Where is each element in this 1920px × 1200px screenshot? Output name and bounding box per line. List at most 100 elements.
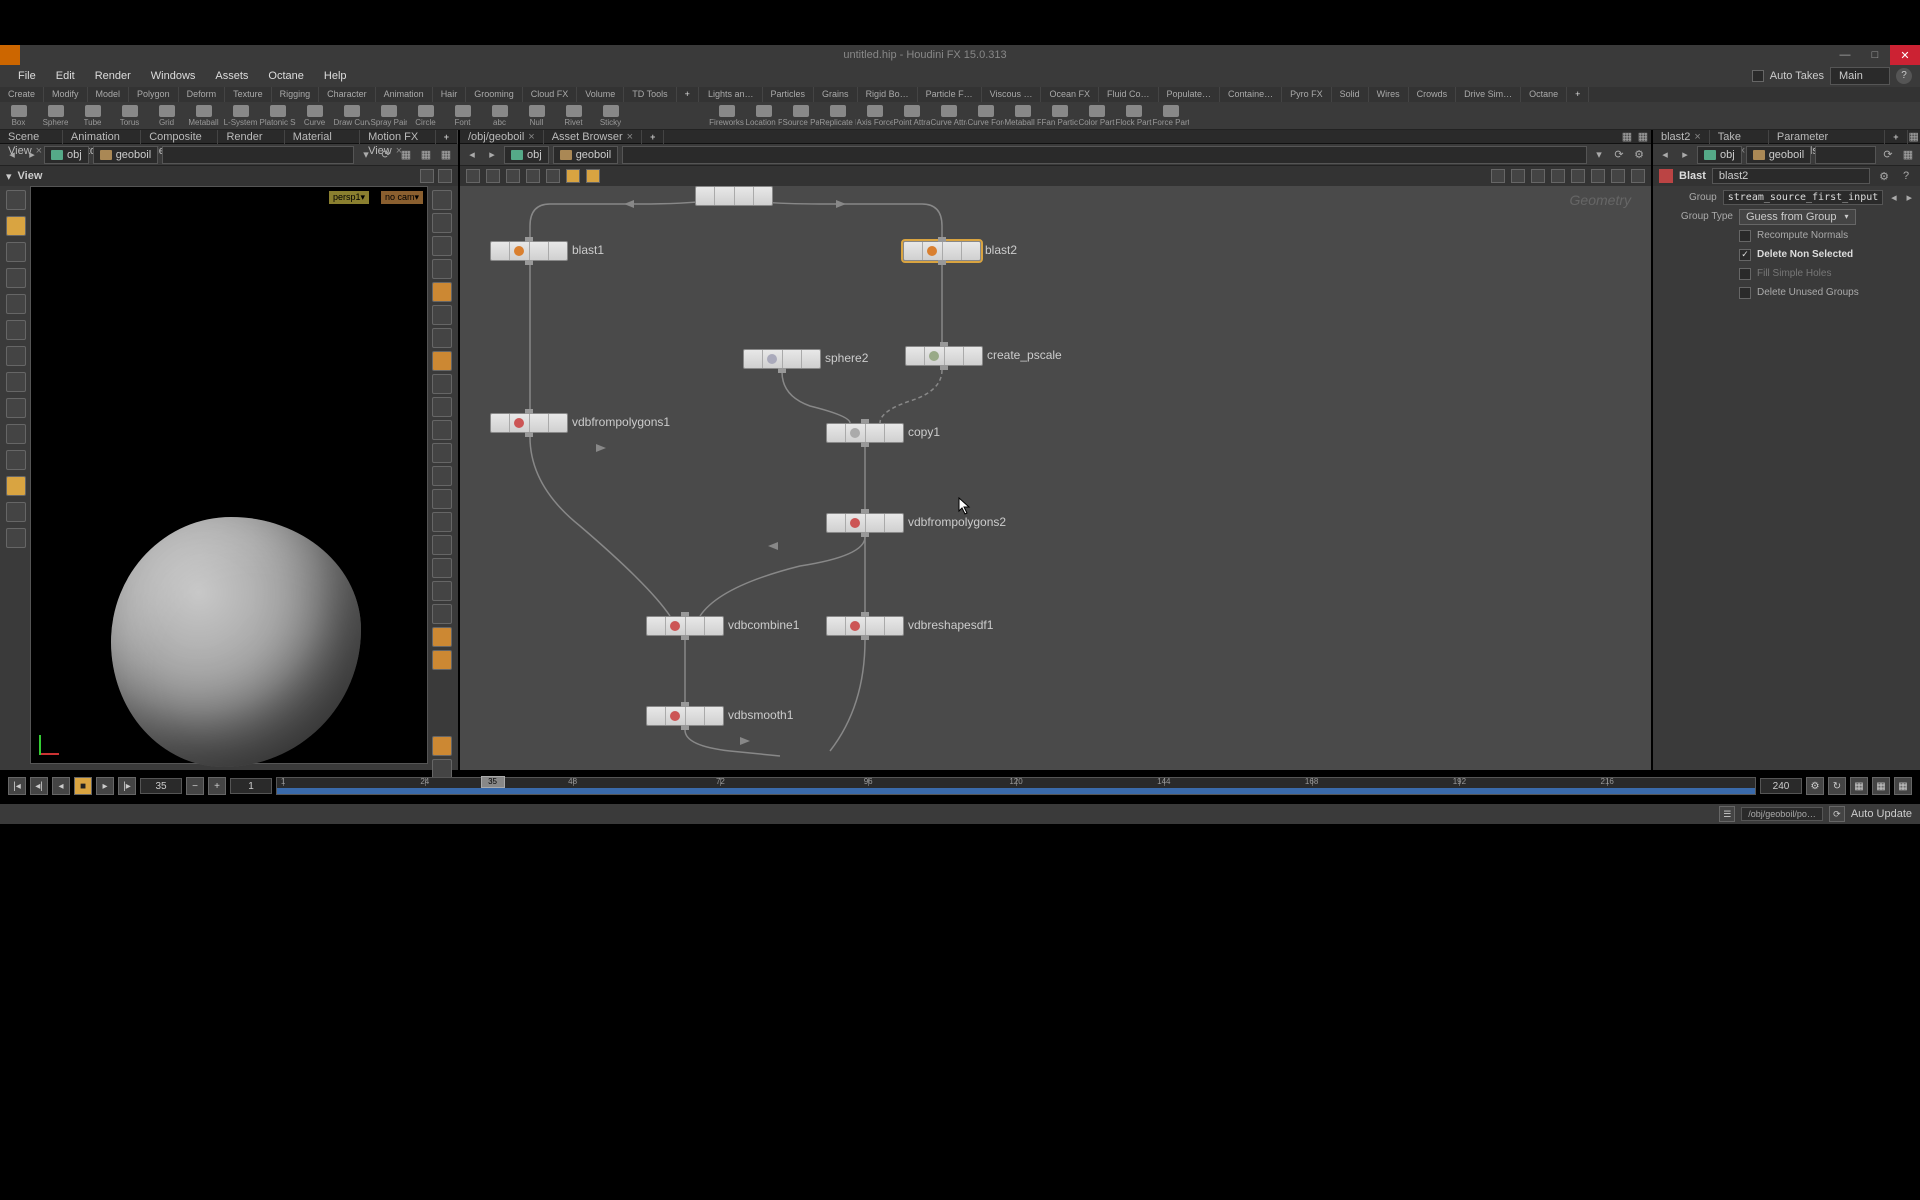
display-icon[interactable] (432, 190, 452, 210)
pane-tab-add[interactable]: + (642, 130, 664, 144)
pane-tab[interactable]: Render View× (218, 130, 284, 144)
path-icon[interactable]: ▦ (1900, 147, 1916, 163)
shelf-tab[interactable]: Model (88, 87, 130, 102)
timeline-play-button[interactable]: ▸ (96, 777, 114, 795)
shelf-tool[interactable]: Box (0, 102, 37, 130)
node-blast2[interactable] (903, 241, 981, 261)
timeline-end-field[interactable]: 240 (1760, 778, 1802, 794)
timeline-track[interactable]: 12448729612014416819221635 (276, 777, 1756, 795)
display-icon[interactable] (432, 512, 452, 532)
viewport-icon[interactable] (420, 169, 434, 183)
timeline-playrev-button[interactable]: ◂ (52, 777, 70, 795)
net-btn-icon[interactable] (1531, 169, 1545, 183)
menu-octane[interactable]: Octane (258, 65, 313, 87)
timeline-next-button[interactable]: |▸ (118, 777, 136, 795)
timeline-opts-icon[interactable]: ▦ (1850, 777, 1868, 795)
path-field[interactable] (1815, 146, 1876, 164)
pane-tab[interactable]: Scene View× (0, 130, 63, 144)
timeline-cursor[interactable]: 35 (481, 776, 505, 788)
shelf-tool[interactable]: Fireworks (708, 102, 745, 130)
shelf-tab[interactable]: Deform (179, 87, 226, 102)
shelf-tab[interactable]: Cloud FX (523, 87, 578, 102)
net-btn-icon[interactable] (526, 169, 540, 183)
tool-icon[interactable] (6, 320, 26, 340)
shelf-tab[interactable]: Solid (1332, 87, 1369, 102)
nav-fwd-icon[interactable]: ▸ (484, 147, 500, 163)
shelf-tab[interactable]: Fluid Co… (1099, 87, 1159, 102)
tool-icon[interactable] (6, 346, 26, 366)
shelf-tab[interactable]: Volume (577, 87, 624, 102)
shelf-tool[interactable]: Null (518, 102, 555, 130)
tool-icon[interactable] (6, 398, 26, 418)
menu-edit[interactable]: Edit (46, 65, 85, 87)
timeline-stop-button[interactable]: ■ (74, 777, 92, 795)
shelf-tool[interactable]: abc (481, 102, 518, 130)
menu-assets[interactable]: Assets (205, 65, 258, 87)
nav-fwd-icon[interactable]: ▸ (24, 147, 40, 163)
net-btn-icon[interactable] (566, 169, 580, 183)
shelf-tab[interactable]: Drive Sim… (1456, 87, 1521, 102)
node-vdbfrompolygons2[interactable] (826, 513, 904, 533)
pane-tab[interactable]: /obj/geoboil× (460, 130, 544, 144)
shelf-tab[interactable]: Rigid Bo… (858, 87, 918, 102)
maximize-button[interactable]: □ (1860, 45, 1890, 65)
viewport-3d[interactable]: persp1▾ no cam▾ (30, 186, 428, 764)
timeline-dec-button[interactable]: − (186, 777, 204, 795)
autotakes-checkbox[interactable] (1752, 70, 1764, 82)
tool-icon[interactable] (6, 294, 26, 314)
display-icon[interactable] (432, 581, 452, 601)
shelf-tab[interactable]: Wires (1369, 87, 1409, 102)
path-field[interactable] (162, 146, 354, 164)
shelf-tab[interactable]: Particle F… (918, 87, 982, 102)
shelf-tab[interactable]: Character (319, 87, 376, 102)
net-btn-icon[interactable] (1551, 169, 1565, 183)
pane-tab[interactable]: Parameter Spreadsheet× (1769, 130, 1885, 144)
network-canvas[interactable]: Geometry (460, 186, 1651, 770)
shelf-tool[interactable]: Replicate P… (819, 102, 856, 130)
node-create-pscale[interactable] (905, 346, 983, 366)
pane-tab[interactable]: blast2× (1653, 130, 1710, 144)
shelf-tool[interactable]: Color Partic… (1078, 102, 1115, 130)
shelf-tool[interactable]: Tube (74, 102, 111, 130)
path-crumb-geo[interactable]: geoboil (1746, 146, 1811, 164)
viewport-persp-badge[interactable]: persp1▾ (329, 191, 369, 204)
delete-unused-groups-checkbox[interactable] (1739, 287, 1751, 299)
net-btn-icon[interactable] (1591, 169, 1605, 183)
pane-tab[interactable]: Animation Editor× (63, 130, 141, 144)
take-dropdown[interactable]: Main (1830, 67, 1890, 85)
display-icon[interactable] (432, 420, 452, 440)
help-icon[interactable]: ? (1898, 168, 1914, 184)
menu-render[interactable]: Render (85, 65, 141, 87)
select-icon[interactable] (6, 268, 26, 288)
shelf-tool[interactable]: Curve (296, 102, 333, 130)
path-crumb-obj[interactable]: obj (44, 146, 89, 164)
help-button[interactable]: ? (1896, 68, 1912, 84)
display-icon[interactable] (432, 374, 452, 394)
display-icon[interactable] (432, 650, 452, 670)
pane-tab[interactable]: Asset Browser× (544, 130, 642, 144)
display-icon[interactable] (432, 535, 452, 555)
shelf-tab[interactable]: Crowds (1409, 87, 1457, 102)
shelf-tab[interactable]: Octane (1521, 87, 1567, 102)
net-btn-icon[interactable] (1491, 169, 1505, 183)
display-icon[interactable] (432, 604, 452, 624)
shelf-tab[interactable]: Particles (763, 87, 815, 102)
display-icon[interactable] (432, 282, 452, 302)
shelf-tab[interactable]: Viscous … (982, 87, 1042, 102)
nav-back-icon[interactable]: ◂ (4, 147, 20, 163)
pane-icon[interactable]: ▦ (1619, 129, 1635, 145)
grouptype-dropdown[interactable]: Guess from Group (1739, 209, 1856, 225)
shelf-tab[interactable]: Rigging (272, 87, 320, 102)
menu-help[interactable]: Help (314, 65, 357, 87)
node-vdbfrompolygons1[interactable] (490, 413, 568, 433)
node-stream[interactable] (695, 186, 773, 206)
net-btn-icon[interactable] (586, 169, 600, 183)
pane-icon[interactable]: ▦ (1635, 129, 1651, 145)
net-btn-icon[interactable] (1631, 169, 1645, 183)
path-crumb-obj[interactable]: obj (1697, 146, 1742, 164)
refresh-icon[interactable]: ⟳ (1829, 806, 1845, 822)
fill-simple-holes-checkbox[interactable] (1739, 268, 1751, 280)
shelf-tab[interactable]: Create (0, 87, 44, 102)
shelf-tool[interactable]: Source Parti… (782, 102, 819, 130)
close-button[interactable]: ✕ (1890, 45, 1920, 65)
